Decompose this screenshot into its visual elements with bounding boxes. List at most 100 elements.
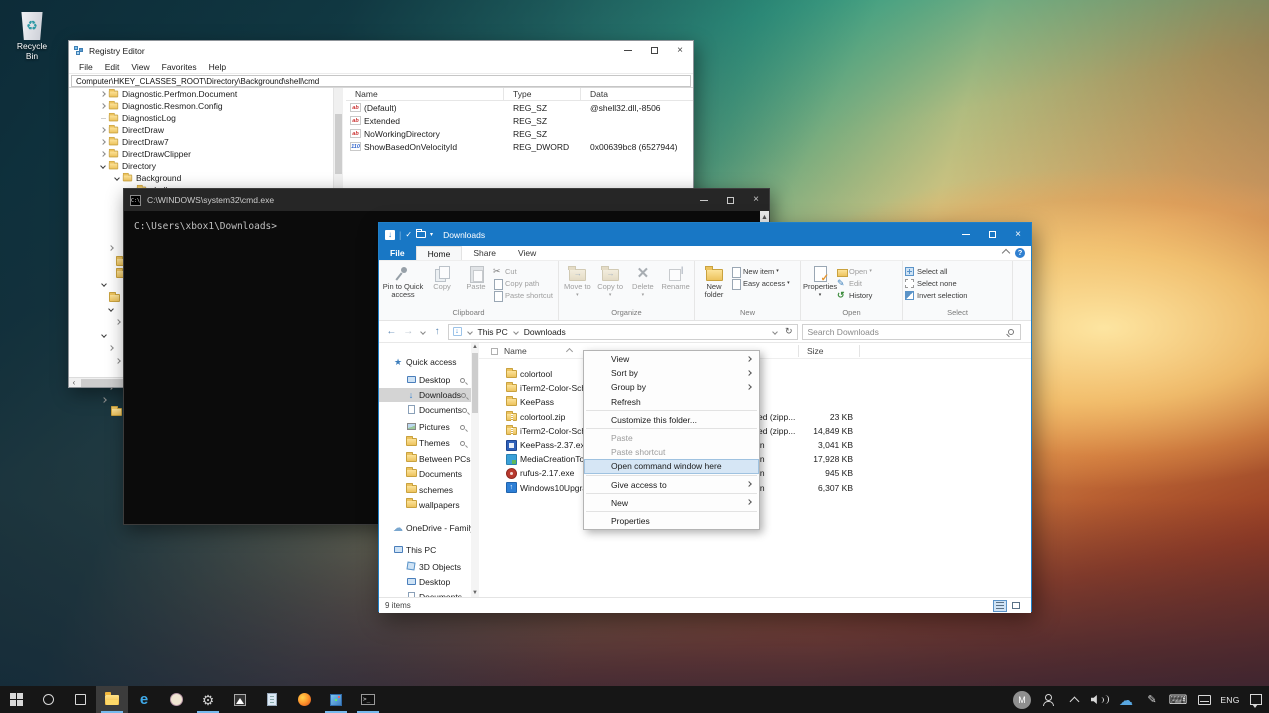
menu-item-customize-this-folder-[interactable]: Customize this folder... — [584, 413, 759, 427]
recycle-bin-desktop-icon[interactable]: ♻ Recycle Bin — [6, 12, 58, 62]
recent-locations-dropdown-icon[interactable] — [419, 328, 426, 335]
taskbar-command-prompt-button[interactable]: >_ — [352, 686, 384, 713]
taskbar-registry-editor-button[interactable] — [320, 686, 352, 713]
sidebar-item-themes[interactable]: Themes — [379, 436, 471, 450]
tab-share[interactable]: Share — [462, 246, 507, 260]
breadcrumb-item-this-pc[interactable]: This PC — [478, 327, 508, 337]
back-button[interactable]: ← — [385, 326, 398, 337]
cmd-maximize-button[interactable] — [717, 196, 743, 204]
ribbon-button-move-to[interactable]: Move to▾ — [561, 264, 594, 299]
menu-item-give-access-to[interactable]: Give access to — [584, 478, 759, 492]
ribbon-button-edit[interactable]: ✎ Edit — [837, 278, 872, 288]
regedit-menu-file[interactable]: File — [73, 62, 99, 72]
ribbon-button-copy-to[interactable]: Copy to▾ — [594, 264, 627, 299]
regedit-column-type[interactable]: Type — [504, 87, 581, 101]
cmd-close-button[interactable]: × — [743, 195, 769, 205]
sidebar-item-this-pc[interactable]: This PC — [379, 543, 471, 557]
regedit-address-bar[interactable]: Computer\HKEY_CLASSES_ROOT\Directory\Bac… — [71, 74, 691, 87]
taskbar-search-button[interactable] — [32, 686, 64, 713]
registry-value-row[interactable]: ab Extended REG_SZ — [346, 114, 693, 127]
taskbar-task-view-button[interactable] — [64, 686, 96, 713]
menu-item-paste[interactable]: Paste — [584, 431, 759, 445]
tab-file[interactable]: File — [379, 246, 416, 260]
sidebar-item-documents[interactable]: Documents — [379, 467, 471, 481]
menu-item-properties[interactable]: Properties — [584, 514, 759, 528]
address-dropdown-icon[interactable] — [772, 328, 778, 335]
taskbar-start-button[interactable] — [0, 686, 32, 713]
qat-new-folder-icon[interactable] — [416, 229, 427, 238]
column-header-name[interactable]: Name — [504, 346, 527, 356]
ribbon-button-properties[interactable]: Properties▾ — [803, 264, 837, 299]
up-button[interactable]: ↑ — [431, 326, 444, 337]
registry-value-row[interactable]: ab NoWorkingDirectory REG_SZ — [346, 127, 693, 140]
regedit-close-button[interactable]: × — [667, 45, 693, 56]
taskbar-action-center-button[interactable] — [1243, 686, 1269, 713]
sidebar-item-quick-access[interactable]: ★ Quick access — [379, 355, 471, 369]
explorer-title-bar[interactable]: ↓ | ✓ ▾ Downloads × — [379, 223, 1031, 246]
sidebar-item-downloads[interactable]: ↓ Downloads — [379, 388, 471, 402]
ribbon-button-invert-selection[interactable]: Invert selection — [905, 290, 967, 300]
menu-item-open-command-window-here[interactable]: Open command window here — [584, 459, 759, 474]
taskbar-language-button[interactable]: ENG — [1217, 686, 1243, 713]
regedit-title-bar[interactable]: Registry Editor × — [69, 41, 693, 60]
registry-value-row[interactable]: 110 ShowBasedOnVelocityId REG_DWORD 0x00639… — [346, 140, 693, 153]
ribbon-button-open[interactable]: Open ▾ — [837, 266, 872, 277]
sidebar-item-schemes[interactable]: schemes — [379, 483, 471, 497]
column-header-size[interactable]: Size — [807, 346, 824, 356]
ribbon-collapse-icon[interactable] — [1001, 248, 1011, 258]
regedit-column-name[interactable]: Name — [346, 87, 504, 101]
regedit-menu-help[interactable]: Help — [203, 62, 232, 72]
taskbar-people-button[interactable] — [1035, 686, 1061, 713]
ribbon-button-pin-to-quick-access[interactable]: Pin to Quick access — [381, 264, 425, 299]
taskbar-file-explorer-button[interactable] — [96, 686, 128, 713]
taskbar-onedrive-button[interactable]: ☁ — [1113, 686, 1139, 713]
taskbar-chevron-up-button[interactable] — [1061, 686, 1087, 713]
forward-button[interactable]: → — [402, 326, 415, 337]
menu-item-view[interactable]: View — [584, 352, 759, 366]
ribbon-button-copy[interactable]: Copy — [425, 264, 459, 291]
taskbar-touchpad-button[interactable] — [1191, 686, 1217, 713]
breadcrumb-item-downloads[interactable]: Downloads — [524, 327, 566, 337]
ribbon-button-copy-path[interactable]: Copy path — [493, 278, 553, 290]
sidebar-item-onedrive-family[interactable]: ☁ OneDrive - Family — [379, 521, 471, 535]
regedit-minimize-button[interactable] — [615, 50, 641, 51]
ribbon-button-cut[interactable]: ✂ Cut — [493, 266, 553, 276]
refresh-icon[interactable]: ↻ — [785, 326, 793, 337]
help-icon[interactable]: ? — [1015, 248, 1025, 258]
menu-item-paste-shortcut[interactable]: Paste shortcut — [584, 445, 759, 459]
menu-item-group-by[interactable]: Group by — [584, 380, 759, 394]
tab-home[interactable]: Home — [415, 246, 463, 260]
sidebar-item-3d-objects[interactable]: 3D Objects — [379, 560, 471, 574]
taskbar-edge-button[interactable]: e — [128, 686, 160, 713]
sidebar-item-desktop[interactable]: Desktop — [379, 575, 471, 589]
registry-value-row[interactable]: ab (Default) REG_SZ @shell32.dll,-8506 — [346, 101, 693, 114]
sidebar-item-documents[interactable]: Documents — [379, 590, 471, 597]
taskbar-settings-button[interactable]: ⚙ — [192, 686, 224, 713]
large-icons-view-button[interactable] — [1009, 600, 1023, 612]
qat-customize-icon[interactable]: ▾ — [430, 231, 433, 238]
taskbar-pen-button[interactable]: ✎ — [1139, 686, 1165, 713]
ribbon-button-new-item[interactable]: New item ▾ — [731, 266, 790, 278]
cmd-title-bar[interactable]: C:\ C:\WINDOWS\system32\cmd.exe × — [124, 189, 769, 211]
select-all-checkbox[interactable] — [491, 348, 498, 355]
regedit-column-data[interactable]: Data — [581, 88, 693, 101]
search-box[interactable] — [801, 323, 1021, 340]
sidebar-item-between-pcs[interactable]: Between PCs — [379, 452, 471, 466]
ribbon-button-rename[interactable]: Rename — [659, 264, 692, 291]
menu-item-sort-by[interactable]: Sort by — [584, 366, 759, 380]
ribbon-button-paste[interactable]: Paste — [459, 264, 493, 291]
regedit-menu-favorites[interactable]: Favorites — [156, 62, 203, 72]
sidebar-item-wallpapers[interactable]: wallpapers — [379, 498, 471, 512]
ribbon-button-history[interactable]: ↺ History — [837, 290, 872, 300]
qat-properties-icon[interactable]: ✓ — [405, 230, 412, 239]
ribbon-button-select-all[interactable]: Select all — [905, 266, 967, 276]
explorer-close-button[interactable]: × — [1005, 229, 1031, 240]
taskbar-user-button[interactable]: M — [1009, 686, 1035, 713]
search-input[interactable] — [802, 326, 1008, 337]
taskbar-volume-button[interactable] — [1087, 686, 1113, 713]
taskbar-keyboard-button[interactable]: ⌨ — [1165, 686, 1191, 713]
explorer-minimize-button[interactable] — [953, 234, 979, 235]
sidebar-item-desktop[interactable]: Desktop — [379, 373, 471, 387]
menu-item-refresh[interactable]: Refresh — [584, 395, 759, 409]
regedit-menu-edit[interactable]: Edit — [99, 62, 126, 72]
